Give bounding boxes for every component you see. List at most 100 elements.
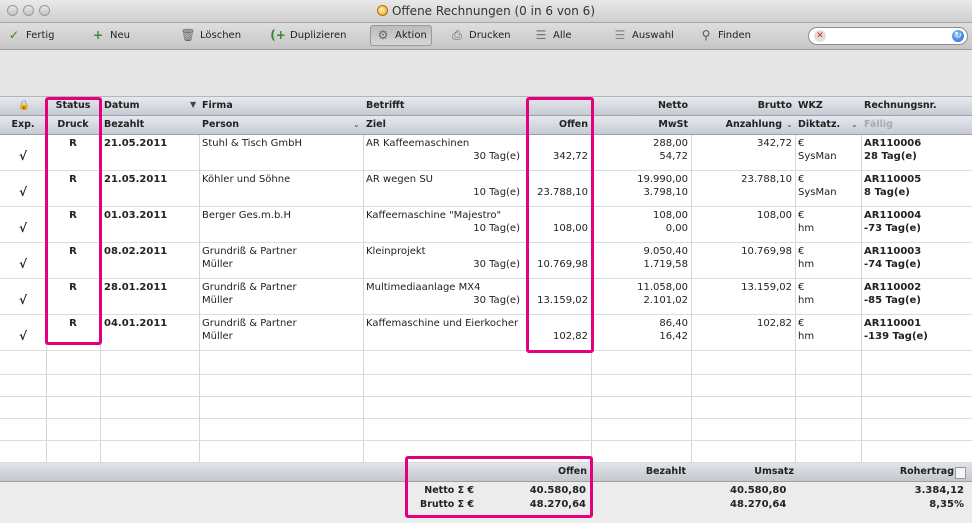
col-diktatz[interactable]: Diktatz. [795, 116, 851, 134]
cell-firma: Berger Ges.m.b.H [202, 210, 291, 221]
cell-wkz: € [798, 318, 805, 329]
cell-mwst: 2.101,02 [643, 295, 688, 306]
cell-brutto: 23.788,10 [741, 174, 792, 185]
cell-diktatz: hm [798, 223, 815, 234]
aktion-button[interactable]: ⚙ Aktion [370, 25, 432, 46]
summary-rohertrag-percent: 8,35% [929, 499, 964, 510]
col-ziel[interactable]: Ziel [363, 116, 523, 134]
table-row[interactable]: √ R 21.05.2011 Stuhl & Tisch GmbH AR Kaffeem… [0, 135, 972, 171]
cell-brutto: 102,82 [757, 318, 792, 329]
list-icon: ☰ [535, 28, 547, 42]
neu-button[interactable]: + Neu [90, 26, 130, 45]
cell-datum: 28.01.2011 [104, 282, 168, 293]
cell-brutto: 13.159,02 [741, 282, 792, 293]
col-betrifft[interactable]: Betrifft [363, 97, 527, 115]
col-brutto[interactable]: Brutto [691, 97, 795, 115]
cell-datum: 21.05.2011 [104, 174, 168, 185]
finden-button[interactable]: ⚲ Finden [698, 26, 751, 45]
table-row[interactable]: √ R 21.05.2011 Köhler und Söhne AR wegen SU 1… [0, 171, 972, 207]
cell-nr: AR110004 [864, 210, 922, 221]
duplizieren-button[interactable]: (+ Duplizieren [270, 26, 346, 45]
trash-icon: 🗑 [180, 28, 196, 42]
cell-exp: √ [18, 222, 27, 235]
cell-diktatz: SysMan [798, 151, 837, 162]
cell-wkz: € [798, 138, 805, 149]
summary-bezahlt-label: Bezahlt [645, 466, 686, 477]
cell-brutto: 342,72 [757, 138, 792, 149]
empty-row [0, 375, 972, 397]
cell-firma: Grundriß & Partner [202, 246, 297, 257]
col-netto[interactable]: Netto [591, 97, 691, 115]
cell-nr: AR110002 [864, 282, 922, 293]
cell-netto: 108,00 [653, 210, 688, 221]
cell-nr: AR110001 [864, 318, 922, 329]
sort-down-icon[interactable]: ▼ [190, 100, 196, 109]
cell-diktatz: hm [798, 331, 815, 342]
col-firma[interactable]: Firma [199, 97, 363, 115]
alle-button[interactable]: ☰ Alle [533, 26, 572, 45]
cell-netto: 86,40 [659, 318, 688, 329]
search-input[interactable] [829, 30, 944, 42]
cell-netto: 9.050,40 [643, 246, 688, 257]
auswahl-button[interactable]: ☰ Auswahl [612, 26, 674, 45]
drucken-button[interactable]: ⎙ Drucken [449, 26, 510, 45]
cell-ziel: 10 Tag(e) [473, 187, 520, 198]
col-rechnungsnr[interactable]: Rechnungsnr. [861, 97, 969, 115]
cell-wkz: € [798, 210, 805, 221]
col-datum[interactable]: Datum [101, 97, 199, 115]
table-row[interactable]: √ R 04.01.2011 Grundriß & Partner Müller Kaff… [0, 315, 972, 351]
checkmark-icon: ✓ [8, 28, 20, 42]
app-icon [376, 5, 388, 16]
alle-label: Alle [553, 30, 572, 41]
highlight-offen-column [526, 97, 594, 353]
cell-mwst: 54,72 [659, 151, 688, 162]
footer-resize-icon[interactable] [955, 467, 966, 479]
col-faellig[interactable]: Fällig [861, 116, 969, 134]
col-anzahlung[interactable]: Anzahlung [691, 116, 785, 134]
cell-nr: AR110005 [864, 174, 922, 185]
cell-netto: 11.058,00 [637, 282, 688, 293]
empty-row [0, 353, 972, 375]
cell-person: Müller [202, 259, 233, 270]
fertig-button[interactable]: ✓ Fertig [6, 26, 55, 45]
cell-ziel: 30 Tag(e) [473, 295, 520, 306]
cell-brutto: 10.769,98 [741, 246, 792, 257]
table-row[interactable]: √ R 01.03.2011 Berger Ges.m.b.H Kaffeemaschi… [0, 207, 972, 243]
fertig-label: Fertig [26, 30, 55, 41]
col-mwst[interactable]: MwSt [591, 116, 691, 134]
clear-search-icon[interactable]: ✕ [814, 30, 826, 42]
chevron-down-icon[interactable]: ⌄ [353, 120, 360, 129]
table-row[interactable]: √ R 28.01.2011 Grundriß & Partner Müller Mult… [0, 279, 972, 315]
magnifier-icon: ⚲ [701, 28, 711, 42]
cell-firma: Köhler und Söhne [202, 174, 291, 185]
cell-datum: 01.03.2011 [104, 210, 168, 221]
highlight-status-column [45, 97, 102, 345]
cell-faellig: -139 Tag(e) [864, 331, 928, 342]
cell-mwst: 16,42 [659, 331, 688, 342]
table-header-top: 🔒 Status Datum ▼ Firma Betrifft Netto Br… [0, 97, 972, 116]
loeschen-label: Löschen [200, 30, 242, 41]
table-row[interactable]: √ R 08.02.2011 Grundriß & Partner Müller Klei… [0, 243, 972, 279]
col-wkz[interactable]: WKZ [795, 97, 861, 115]
search-field[interactable]: ✕ ↻ [808, 27, 968, 45]
empty-row [0, 397, 972, 419]
cell-firma: Stuhl & Tisch GmbH [202, 138, 303, 149]
refresh-icon[interactable]: ↻ [952, 30, 964, 42]
table-header-bottom: Exp. Druck Bezahlt Person ⌄ Ziel Offen M… [0, 116, 972, 135]
chevron-down-icon[interactable]: ⌄ [851, 120, 858, 129]
loeschen-button[interactable]: 🗑 Löschen [180, 26, 241, 45]
aktion-label: Aktion [395, 30, 427, 41]
highlight-summary-totals [405, 456, 593, 518]
cell-mwst: 3.798,10 [643, 187, 688, 198]
col-exp[interactable]: Exp. [0, 116, 46, 134]
cell-faellig: -74 Tag(e) [864, 259, 921, 270]
cell-faellig: 8 Tag(e) [864, 187, 910, 198]
col-person[interactable]: Person [199, 116, 354, 134]
cell-netto: 288,00 [653, 138, 688, 149]
chevron-down-icon[interactable]: ⌄ [786, 120, 793, 129]
window-title: Offene Rechnungen (0 in 6 von 6) [0, 4, 972, 18]
filter-area [0, 50, 972, 97]
cell-datum: 04.01.2011 [104, 318, 168, 329]
cell-diktatz: hm [798, 259, 815, 270]
col-bezahlt[interactable]: Bezahlt [101, 116, 199, 134]
